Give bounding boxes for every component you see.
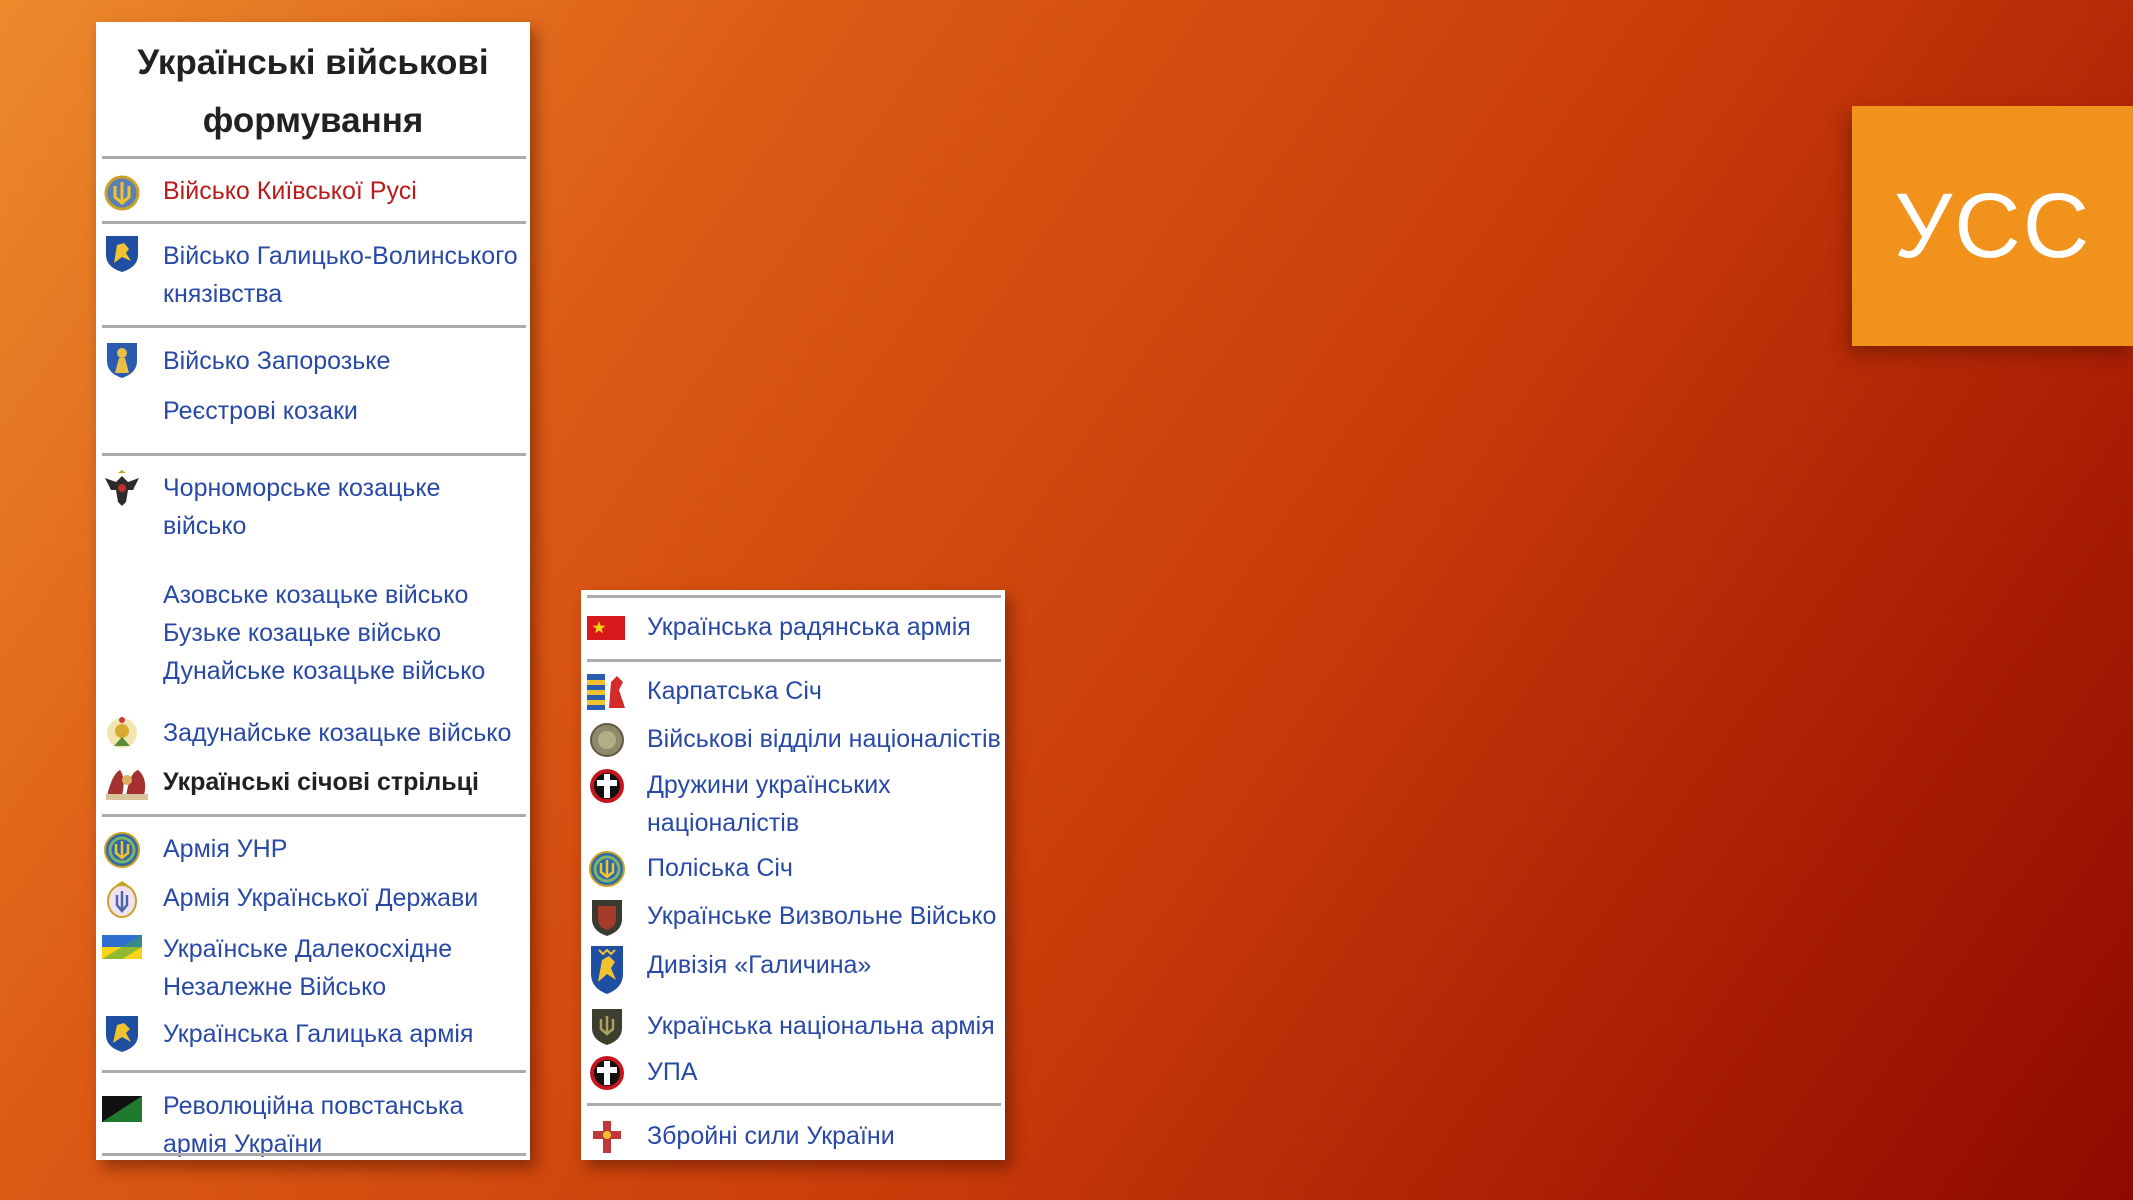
galician-lion-icon (102, 1013, 142, 1053)
nav-link-ukrainian-liberation-army[interactable]: Українське Визвольне Військо (647, 897, 996, 935)
slide-title-text: УСС (1893, 174, 2092, 277)
lion-shield-icon (102, 233, 142, 273)
divider (102, 325, 526, 328)
soviet-flag-icon (587, 608, 627, 648)
nav-link-kyivan-rus-army[interactable]: Військо Київської Русі (163, 172, 417, 210)
double-eagle-icon (102, 468, 142, 508)
unr-trident-icon (102, 830, 142, 870)
nav-link-buh-cossack-host[interactable]: Бузьке козацьке військо (163, 614, 441, 652)
nav-link-zaporozhian-host[interactable]: Військо Запорозьке (163, 342, 390, 380)
nav-link-black-sea-cossack-host[interactable]: Чорноморське козацьке (163, 469, 440, 507)
divider (102, 814, 526, 817)
nav-link-nationalist-military-units[interactable]: Військові відділи націоналістів (647, 720, 1001, 758)
nav-link-ukrainian-soviet-army[interactable]: Українська радянська армія (647, 608, 971, 646)
divider (102, 1070, 526, 1073)
round-badge-icon (587, 720, 627, 760)
blue-yellow-flag-icon (102, 927, 142, 967)
divider (587, 659, 1001, 662)
una-shield-icon (587, 1006, 627, 1046)
divider (102, 221, 526, 224)
carpathian-flag-icon (587, 672, 627, 712)
nav-link-armed-forces-of-ukraine[interactable]: Збройні сили України (647, 1117, 895, 1155)
ottoman-emblem-icon (102, 713, 142, 753)
cross-badge-icon (587, 766, 627, 806)
trident-emblem-icon (102, 173, 142, 213)
nav-link-ukrainian-galician-army[interactable]: Українська Галицька армія (163, 1015, 473, 1053)
upa-cross-icon (587, 1053, 627, 1093)
nav-link-galicia-volhynia-army[interactable]: Військо Галицько-Волинського (163, 237, 518, 275)
galicia-division-icon (587, 944, 627, 996)
nav-link-azov-cossack-host[interactable]: Азовське козацьке військо (163, 576, 468, 614)
uss-emblem-icon (104, 762, 150, 802)
nav-link-carpathian-sich[interactable]: Карпатська Січ (647, 672, 822, 710)
nav-link-far-east-army-line2[interactable]: Незалежне Військо (163, 968, 386, 1006)
black-green-flag-icon (102, 1088, 142, 1128)
nav-link-ukrainian-sich-riflemen-current[interactable]: Українські січові стрільці (163, 763, 479, 801)
nav-link-revolutionary-insurgent-army-line2[interactable]: армія України (163, 1125, 322, 1163)
nav-link-ukrainian-nationalist-brigades-line2[interactable]: націоналістів (647, 804, 799, 842)
nav-link-black-sea-cossack-host-line2[interactable]: військо (163, 507, 246, 545)
dark-shield-icon (587, 897, 627, 937)
nav-link-ukrainian-state-army[interactable]: Армія Української Держави (163, 879, 478, 917)
nav-link-polissian-sich[interactable]: Поліська Січ (647, 849, 793, 887)
nav-link-upa[interactable]: УПА (647, 1053, 698, 1091)
hetmanate-emblem-icon (102, 879, 142, 919)
nav-link-ukrainian-nationalist-brigades[interactable]: Дружини українських (647, 766, 891, 804)
nav-link-unr-army[interactable]: Армія УНР (163, 830, 287, 868)
nav-link-revolutionary-insurgent-army[interactable]: Революційна повстанська (163, 1087, 463, 1125)
navbox-title-line2: формування (202, 101, 424, 140)
navbox-title-line1: Українські військові (137, 43, 489, 82)
divider (587, 1103, 1001, 1106)
nav-link-galicia-division[interactable]: Дивізія «Галичина» (647, 946, 871, 984)
divider (587, 595, 1001, 598)
cossack-emblem-icon (102, 339, 142, 379)
nav-link-galicia-volhynia-army-line2[interactable]: князівства (163, 275, 282, 313)
navbox-continuation: Українська радянська армія Карпатська Сі… (581, 590, 1005, 1160)
divider (102, 1153, 526, 1156)
nav-link-danube-cossack-host[interactable]: Дунайське козацьке військо (163, 652, 485, 690)
divider (102, 453, 526, 456)
nav-link-far-east-army[interactable]: Українське Далекосхідне (163, 930, 452, 968)
navbox-ukrainian-military-formations: Українські військові формування Військо … (96, 22, 530, 1160)
polissia-trident-icon (587, 849, 627, 889)
nav-link-ukrainian-national-army[interactable]: Українська національна армія (647, 1007, 995, 1045)
slide-title-box: УСС (1852, 106, 2133, 346)
armed-forces-cross-icon (587, 1117, 627, 1157)
nav-link-registered-cossacks[interactable]: Реєстрові козаки (163, 392, 358, 430)
nav-link-danubian-sich[interactable]: Задунайське козацьке військо (163, 714, 511, 752)
divider (102, 156, 526, 159)
